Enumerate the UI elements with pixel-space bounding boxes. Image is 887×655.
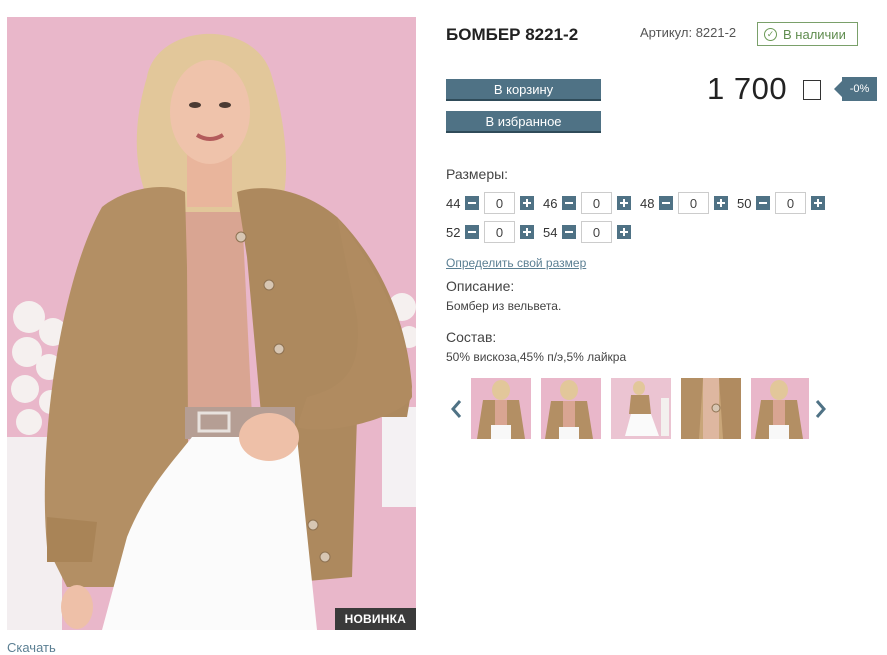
size-group-50: 50 xyxy=(737,192,825,214)
increase-button[interactable] xyxy=(617,196,631,210)
decrease-button[interactable] xyxy=(659,196,673,210)
size-group-52: 52 xyxy=(446,221,534,243)
size-label: 50 xyxy=(737,195,752,211)
size-group-44: 44 xyxy=(446,192,534,214)
decrease-button[interactable] xyxy=(756,196,770,210)
discount-badge: -0% xyxy=(834,77,877,101)
size-label: 52 xyxy=(446,224,461,240)
decrease-button[interactable] xyxy=(465,225,479,239)
quantity-input[interactable] xyxy=(484,221,515,243)
check-circle-icon: ✓ xyxy=(764,27,777,41)
size-row: 52 54 xyxy=(446,220,866,244)
size-row: 44 46 48 50 xyxy=(446,191,866,215)
product-price: 1 700 xyxy=(707,71,788,106)
increase-button[interactable] xyxy=(520,225,534,239)
size-label: 46 xyxy=(543,195,558,211)
thumbnail[interactable] xyxy=(611,378,671,439)
chevron-right-icon[interactable] xyxy=(814,398,828,420)
quantity-input[interactable] xyxy=(581,221,612,243)
increase-button[interactable] xyxy=(714,196,728,210)
size-group-48: 48 xyxy=(640,192,728,214)
quantity-input[interactable] xyxy=(775,192,806,214)
increase-button[interactable] xyxy=(811,196,825,210)
decrease-button[interactable] xyxy=(465,196,479,210)
product-photo[interactable]: НОВИНКА xyxy=(7,17,416,630)
thumbnail[interactable] xyxy=(751,378,809,439)
sizes-label: Размеры: xyxy=(446,166,509,182)
size-label: 44 xyxy=(446,195,461,211)
stock-badge: ✓ В наличии xyxy=(757,22,858,46)
quantity-input[interactable] xyxy=(484,192,515,214)
product-photo-image xyxy=(7,17,416,630)
add-to-cart-button[interactable]: В корзину xyxy=(446,79,601,101)
size-label: 54 xyxy=(543,224,558,240)
find-size-link[interactable]: Определить свой размер xyxy=(446,256,586,270)
description-text: Бомбер из вельвета. xyxy=(446,299,562,313)
size-group-54: 54 xyxy=(543,221,631,243)
product-title: БОМБЕР 8221-2 xyxy=(446,25,579,44)
quantity-input[interactable] xyxy=(678,192,709,214)
decrease-button[interactable] xyxy=(562,196,576,210)
product-article: Артикул: 8221-2 xyxy=(640,25,737,40)
size-label: 48 xyxy=(640,195,655,211)
thumbnail-gallery xyxy=(447,378,832,440)
new-badge: НОВИНКА xyxy=(334,608,416,630)
thumbnail[interactable] xyxy=(681,378,741,439)
composition-label: Состав: xyxy=(446,329,497,345)
currency-icon xyxy=(803,80,821,100)
thumbnail[interactable] xyxy=(541,378,601,439)
increase-button[interactable] xyxy=(617,225,631,239)
decrease-button[interactable] xyxy=(562,225,576,239)
chevron-left-icon[interactable] xyxy=(449,398,463,420)
stock-label: В наличии xyxy=(783,26,846,42)
description-label: Описание: xyxy=(446,278,515,294)
add-to-favorites-button[interactable]: В избранное xyxy=(446,111,601,133)
composition-text: 50% вискоза,45% п/э,5% лайкра xyxy=(446,350,627,364)
size-selector: 44 46 48 50 52 xyxy=(446,191,866,249)
increase-button[interactable] xyxy=(520,196,534,210)
quantity-input[interactable] xyxy=(581,192,612,214)
size-group-46: 46 xyxy=(543,192,631,214)
thumbnail[interactable] xyxy=(471,378,531,439)
